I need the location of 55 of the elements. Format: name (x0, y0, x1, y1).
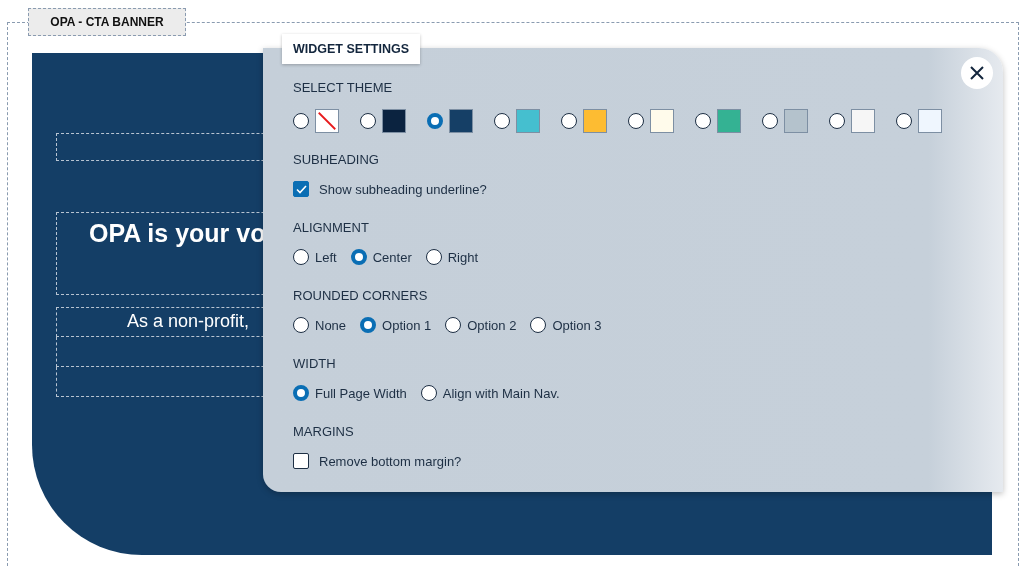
color-swatch[interactable] (449, 109, 473, 133)
section-heading: WIDTH (293, 356, 336, 373)
radio-button[interactable] (445, 317, 462, 333)
radio-button[interactable] (695, 113, 711, 129)
section-heading: SELECT THEME (293, 80, 393, 97)
section-heading: SUBHEADING (293, 152, 379, 169)
radio-button[interactable] (829, 113, 845, 129)
widget-label: OPA - CTA BANNER (28, 8, 186, 36)
section-heading: ROUNDED CORNERS (293, 288, 428, 305)
color-swatch[interactable] (918, 109, 942, 133)
radio-label: Left (315, 249, 337, 265)
banner-text: As a non-profit, (127, 311, 250, 331)
radio-label: Option 1 (382, 317, 432, 333)
radio-button[interactable] (293, 249, 309, 265)
radio-button[interactable] (293, 317, 309, 333)
radio-label: Full Page Width (315, 385, 407, 401)
radio-button[interactable] (420, 385, 437, 401)
color-swatch[interactable] (784, 109, 808, 133)
radio-button[interactable] (360, 113, 376, 129)
color-swatch[interactable] (717, 109, 741, 133)
checkbox[interactable] (293, 181, 309, 197)
close-icon (970, 66, 984, 80)
radio-label: Right (447, 249, 479, 265)
checkbox-label: Remove bottom margin? (319, 453, 462, 469)
checkbox[interactable] (293, 453, 309, 469)
radio-button[interactable] (762, 113, 778, 129)
color-swatch[interactable] (516, 109, 540, 133)
color-swatch[interactable] (851, 109, 875, 133)
radio-button[interactable] (628, 113, 644, 129)
radio-label: Option 3 (552, 317, 602, 333)
radio-button[interactable] (350, 249, 367, 265)
radio-button[interactable] (360, 317, 377, 333)
radio-label: None (315, 317, 347, 333)
radio-button[interactable] (293, 385, 309, 401)
radio-button[interactable] (896, 113, 912, 129)
section-heading: ALIGNMENT (293, 220, 369, 237)
close-button[interactable] (961, 57, 993, 89)
radio-button[interactable] (494, 113, 510, 129)
panel-title: WIDGET SETTINGS (282, 34, 420, 64)
color-swatch[interactable] (382, 109, 406, 133)
radio-button[interactable] (561, 113, 577, 129)
color-swatch[interactable] (583, 109, 607, 133)
radio-button[interactable] (427, 113, 443, 129)
radio-label: Center (372, 249, 412, 265)
color-swatch[interactable] (650, 109, 674, 133)
check-icon (295, 184, 307, 194)
no-color-swatch[interactable] (315, 109, 339, 133)
banner-heading: OPA is your vo (89, 219, 266, 247)
radio-button[interactable] (425, 249, 442, 265)
radio-button[interactable] (530, 317, 547, 333)
radio-button[interactable] (293, 113, 309, 129)
radio-label: Option 2 (467, 317, 517, 333)
section-heading: MARGINS (293, 424, 354, 441)
checkbox-label: Show subheading underline? (319, 181, 487, 197)
radio-label: Align with Main Nav. (442, 385, 560, 401)
